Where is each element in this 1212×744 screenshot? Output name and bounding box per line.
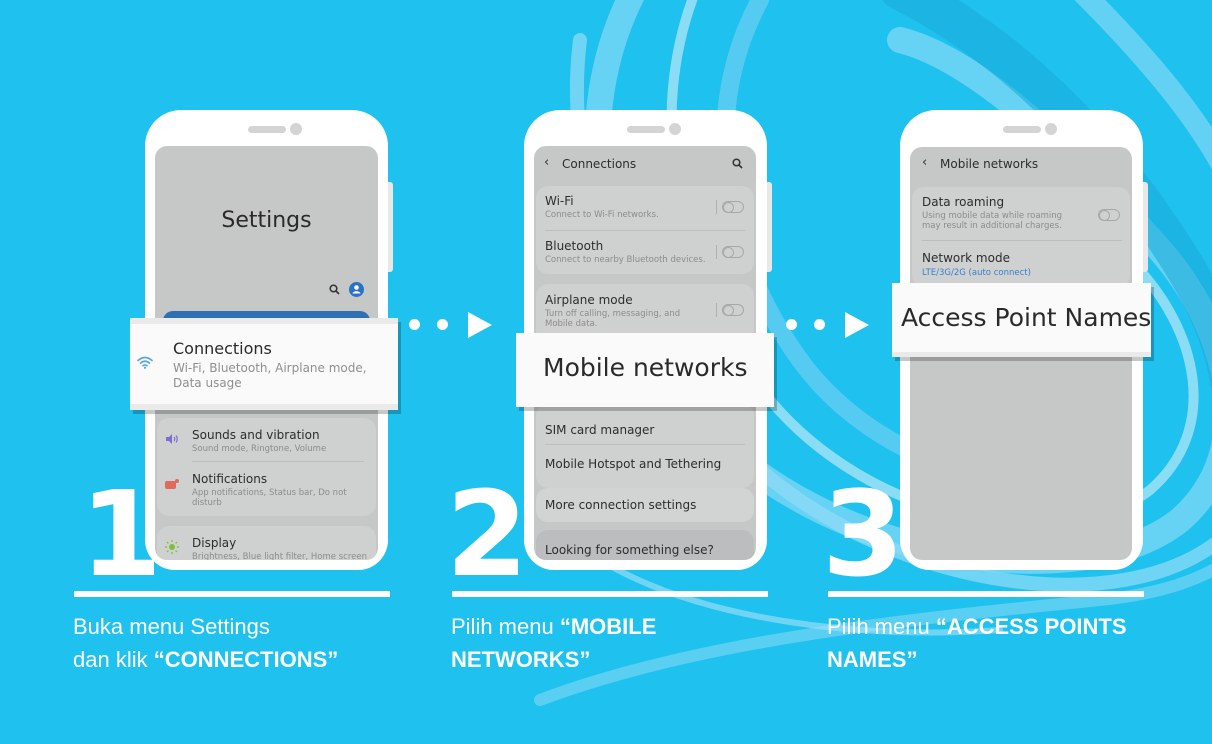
phone-camera bbox=[669, 123, 681, 135]
airplane-mode-toggle[interactable] bbox=[722, 304, 744, 316]
connections-title: Connections bbox=[173, 339, 272, 358]
back-button[interactable]: ‹ bbox=[544, 155, 549, 170]
step-2-underline bbox=[452, 591, 768, 597]
connections-callout[interactable]: Connections Wi-Fi, Bluetooth, Airplane m… bbox=[130, 318, 398, 410]
arrow-head-icon bbox=[845, 312, 869, 338]
sim-card-manager-item[interactable]: SIM card manager bbox=[545, 423, 654, 437]
step-3-instruction-bold-1: “ACCESS POINTS bbox=[935, 614, 1127, 639]
step-1-instruction-line1: Buka menu Settings bbox=[73, 614, 270, 639]
profile-icon[interactable] bbox=[349, 282, 364, 297]
data-roaming-toggle[interactable] bbox=[1098, 209, 1120, 221]
step-2-instruction-bold-2: NETWORKS” bbox=[451, 647, 591, 672]
phone-side-button bbox=[767, 182, 772, 272]
bluetooth-title[interactable]: Bluetooth bbox=[545, 239, 603, 253]
step-number-3: 3 bbox=[822, 465, 905, 603]
mobile-networks-title: Mobile networks bbox=[543, 353, 748, 382]
mobile-hotspot-item[interactable]: Mobile Hotspot and Tethering bbox=[545, 457, 721, 471]
callout-top-band bbox=[130, 318, 398, 324]
callout-bottom-band bbox=[130, 404, 398, 410]
search-icon[interactable] bbox=[732, 158, 743, 169]
volume-icon bbox=[166, 434, 178, 444]
wifi-title[interactable]: Wi-Fi bbox=[545, 194, 574, 208]
phone-side-button bbox=[388, 182, 393, 272]
brightness-icon bbox=[165, 540, 179, 554]
step-number-1: 1 bbox=[80, 465, 163, 603]
step-3-instruction: Pilih menu “ACCESS POINTS NAMES” bbox=[827, 610, 1207, 676]
notifications-subtitle: App notifications, Status bar, Do not di… bbox=[192, 488, 347, 508]
mobile-networks-header: Mobile networks bbox=[940, 157, 1039, 171]
looking-for-something-else[interactable]: Looking for something else? bbox=[545, 543, 714, 557]
sounds-vibration-subtitle: Sound mode, Ringtone, Volume bbox=[192, 444, 327, 454]
phone-speaker bbox=[248, 126, 286, 133]
wifi-toggle[interactable] bbox=[722, 201, 744, 213]
network-mode-value: LTE/3G/2G (auto connect) bbox=[922, 268, 1031, 278]
arrow-head-icon bbox=[468, 312, 492, 338]
step-3-instruction-plain: Pilih menu bbox=[827, 614, 936, 639]
data-roaming-title[interactable]: Data roaming bbox=[922, 195, 1004, 209]
airplane-mode-subtitle: Turn off calling, messaging, and Mobile … bbox=[545, 309, 681, 329]
divider bbox=[922, 240, 1122, 241]
step-2-instruction-bold-1: “MOBILE bbox=[559, 614, 657, 639]
sim-hotspot-card bbox=[536, 404, 754, 488]
wifi-subtitle: Connect to Wi-Fi networks. bbox=[545, 210, 659, 220]
divider bbox=[192, 461, 364, 462]
phone-camera bbox=[1045, 123, 1057, 135]
access-point-names-callout[interactable]: Access Point Names bbox=[892, 283, 1151, 357]
notifications-title[interactable]: Notifications bbox=[192, 472, 267, 486]
step-3-instruction-bold-2: NAMES” bbox=[827, 647, 918, 672]
bluetooth-subtitle: Connect to nearby Bluetooth devices. bbox=[545, 255, 706, 265]
sounds-vibration-title[interactable]: Sounds and vibration bbox=[192, 428, 320, 442]
phone-speaker bbox=[627, 126, 665, 133]
step-2-instruction: Pilih menu “MOBILE NETWORKS” bbox=[451, 610, 791, 676]
step-number-2: 2 bbox=[446, 465, 529, 603]
step-1-instruction-line2: dan klik bbox=[73, 647, 154, 672]
step-3-underline bbox=[828, 591, 1144, 597]
toggle-separator bbox=[716, 303, 717, 317]
arrow-dot bbox=[786, 319, 797, 330]
step-2-instruction-plain: Pilih menu bbox=[451, 614, 560, 639]
toggle-separator bbox=[716, 245, 717, 259]
callout-bottom-band bbox=[892, 352, 1151, 357]
data-roaming-subtitle: Using mobile data while roaming may resu… bbox=[922, 211, 1063, 231]
airplane-mode-title[interactable]: Airplane mode bbox=[545, 293, 633, 307]
arrow-dot bbox=[814, 319, 825, 330]
phone-camera bbox=[290, 123, 302, 135]
network-mode-title[interactable]: Network mode bbox=[922, 251, 1010, 265]
toggle-separator bbox=[716, 200, 717, 214]
display-subtitle: Brightness, Blue light filter, Home scre… bbox=[192, 552, 367, 560]
back-button[interactable]: ‹ bbox=[922, 155, 927, 170]
bluetooth-toggle[interactable] bbox=[722, 246, 744, 258]
step-1-underline bbox=[74, 591, 390, 597]
divider bbox=[545, 230, 745, 231]
step-1-instruction: Buka menu Settings dan klik “CONNECTIONS… bbox=[73, 610, 413, 676]
search-icon[interactable] bbox=[329, 284, 340, 295]
arrow-dot bbox=[409, 319, 420, 330]
notification-icon bbox=[165, 479, 179, 489]
step-1-instruction-bold: “CONNECTIONS” bbox=[153, 647, 339, 672]
divider bbox=[545, 444, 745, 445]
access-point-names-title: Access Point Names bbox=[901, 303, 1152, 332]
arrow-dot bbox=[437, 319, 448, 330]
settings-title: Settings bbox=[221, 208, 312, 233]
display-title[interactable]: Display bbox=[192, 536, 236, 550]
connections-subtitle: Wi-Fi, Bluetooth, Airplane mode, Data us… bbox=[173, 361, 367, 390]
wifi-icon bbox=[137, 356, 153, 369]
more-connection-settings-item[interactable]: More connection settings bbox=[545, 498, 696, 512]
mobile-networks-callout[interactable]: Mobile networks bbox=[516, 333, 774, 407]
phone-speaker bbox=[1003, 126, 1041, 133]
connections-header: Connections bbox=[562, 157, 637, 171]
phone-side-button bbox=[1143, 182, 1148, 272]
